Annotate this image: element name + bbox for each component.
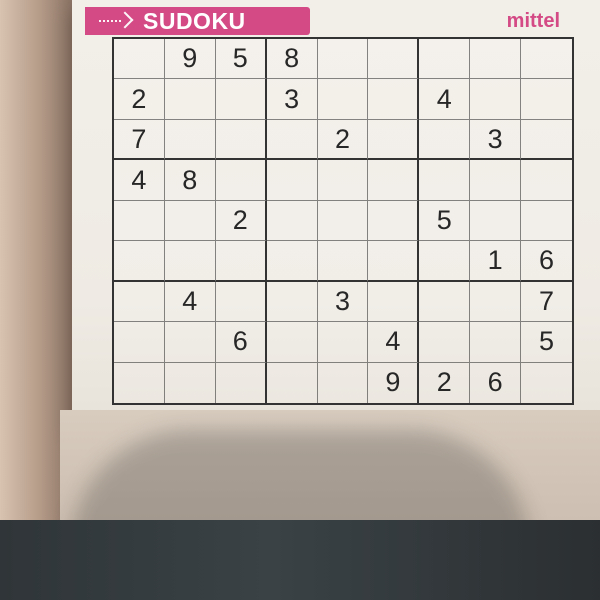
sudoku-cell-r8-c1 [114, 322, 165, 363]
sudoku-cell-r7-c6 [368, 281, 420, 323]
sudoku-cell-r3-c4 [266, 119, 318, 161]
sudoku-cell-r9-c6: 9 [368, 362, 420, 403]
sudoku-cell-r5-c1 [114, 200, 165, 242]
sudoku-cell-r7-c5: 3 [317, 281, 369, 323]
sudoku-cell-r8-c5 [317, 322, 369, 363]
sudoku-cell-r8-c4 [266, 322, 318, 363]
sudoku-cell-r5-c6 [368, 200, 420, 242]
sudoku-cell-r5-c3: 2 [215, 200, 267, 242]
sudoku-cell-r9-c8: 6 [470, 362, 522, 403]
fabric-background [0, 520, 600, 600]
sudoku-cell-r7-c8 [470, 281, 522, 323]
sudoku-cell-r9-c9 [521, 363, 572, 403]
sudoku-cell-r7-c9: 7 [521, 282, 572, 323]
sudoku-cell-r9-c3 [216, 362, 267, 403]
sudoku-cell-r7-c4 [266, 281, 318, 323]
sudoku-cell-r1-c7 [419, 39, 471, 80]
sudoku-cell-r5-c9 [521, 201, 572, 242]
sudoku-cell-r9-c4 [267, 362, 318, 403]
sudoku-cell-r6-c7 [419, 241, 471, 282]
sudoku-header: SUDOKU mittel [85, 4, 590, 38]
sudoku-cell-r2-c2 [164, 79, 216, 120]
sudoku-cell-r6-c9: 6 [521, 241, 572, 282]
sudoku-cell-r1-c2: 9 [164, 39, 216, 80]
photo-scene: SUDOKU mittel 958234723482516437645926 [0, 0, 600, 600]
sudoku-cell-r4-c3 [215, 160, 267, 201]
sudoku-cell-r1-c3: 5 [215, 39, 267, 80]
sudoku-cell-r8-c8 [470, 322, 522, 363]
sudoku-cell-r4-c5 [317, 160, 369, 201]
sudoku-cell-r6-c1 [114, 241, 165, 282]
title-banner: SUDOKU [85, 7, 310, 35]
sudoku-cell-r5-c2 [164, 200, 216, 242]
sudoku-cell-r3-c6 [368, 119, 420, 161]
sudoku-cell-r3-c1: 7 [114, 119, 165, 161]
sudoku-cell-r2-c5 [317, 79, 369, 120]
sudoku-cell-r5-c8 [470, 200, 522, 242]
sudoku-cell-r4-c8 [470, 160, 522, 201]
sudoku-cell-r9-c7: 2 [419, 362, 471, 403]
sudoku-cell-r6-c8: 1 [470, 241, 522, 282]
sudoku-cell-r4-c1: 4 [114, 160, 165, 201]
sudoku-cell-r6-c6 [368, 241, 420, 282]
sudoku-cell-r2-c3 [215, 79, 267, 120]
sudoku-cell-r2-c6 [368, 79, 420, 120]
sudoku-cell-r8-c7 [419, 322, 471, 363]
sudoku-cell-r2-c4: 3 [266, 79, 318, 120]
sudoku-cell-r2-c9 [521, 79, 572, 120]
sudoku-cell-r6-c2 [164, 241, 216, 282]
sudoku-cell-r2-c7: 4 [419, 79, 471, 120]
sudoku-cell-r7-c1 [114, 281, 165, 323]
sudoku-cell-r1-c8 [470, 39, 522, 80]
sudoku-cell-r9-c5 [318, 362, 369, 403]
sudoku-cell-r8-c9: 5 [521, 322, 572, 363]
sudoku-cell-r4-c2: 8 [164, 160, 216, 201]
sudoku-cell-r9-c1 [114, 362, 165, 403]
sudoku-cell-r1-c9 [521, 39, 572, 80]
sudoku-cell-r8-c3: 6 [215, 322, 267, 363]
sudoku-cell-r1-c5 [317, 39, 369, 80]
sudoku-cell-r1-c1 [114, 39, 165, 80]
sudoku-grid: 958234723482516437645926 [112, 37, 574, 405]
sudoku-cell-r1-c4: 8 [266, 39, 318, 80]
sudoku-cell-r3-c7 [419, 119, 471, 161]
sudoku-cell-r2-c8 [470, 79, 522, 120]
sudoku-cell-r2-c1: 2 [114, 79, 165, 120]
sudoku-cell-r3-c9 [521, 120, 572, 161]
arrow-right-icon [99, 11, 133, 31]
sudoku-cell-r3-c5: 2 [317, 119, 369, 161]
sudoku-cell-r5-c5 [317, 200, 369, 242]
sudoku-cell-r5-c4 [266, 200, 318, 242]
sudoku-cell-r7-c3 [215, 281, 267, 323]
sudoku-cell-r8-c2 [164, 322, 216, 363]
sudoku-cell-r4-c6 [368, 160, 420, 201]
sudoku-cell-r6-c4 [266, 241, 318, 282]
sudoku-cell-r3-c8: 3 [470, 119, 522, 161]
sudoku-cell-r5-c7: 5 [419, 200, 471, 242]
sudoku-cell-r7-c2: 4 [164, 281, 216, 323]
difficulty-label: mittel [506, 9, 560, 32]
sudoku-cell-r7-c7 [419, 281, 471, 323]
sudoku-cell-r1-c6 [368, 39, 420, 80]
sudoku-cell-r6-c3 [215, 241, 267, 282]
sudoku-cell-r8-c6: 4 [368, 322, 420, 363]
sudoku-cell-r4-c9 [521, 160, 572, 201]
sudoku-cell-r9-c2 [165, 362, 216, 403]
sudoku-cell-r6-c5 [317, 241, 369, 282]
sudoku-cell-r3-c2 [164, 119, 216, 161]
sudoku-cell-r4-c7 [419, 160, 471, 201]
puzzle-title: SUDOKU [143, 7, 246, 34]
sudoku-cell-r3-c3 [215, 119, 267, 161]
sudoku-cell-r4-c4 [266, 160, 318, 201]
